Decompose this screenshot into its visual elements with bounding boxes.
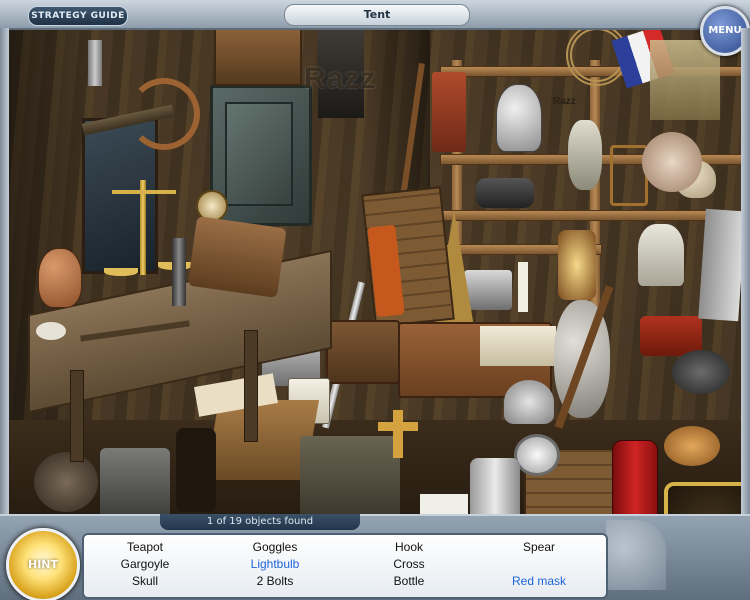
leather-satchel[interactable] [187,216,287,298]
decorated-plate[interactable] [664,426,720,466]
cross-horizontal-bar [378,422,418,431]
watermark-small: Razz [553,96,576,107]
oil-lantern[interactable] [558,230,596,300]
balance-scale[interactable] [140,180,146,275]
balance-scale-beam [112,190,176,194]
list-item-goggles[interactable]: Goggles [210,540,340,554]
list-item-red-mask[interactable]: Red mask [474,574,604,588]
suitcase-small[interactable] [326,320,400,384]
shelf-3 [440,210,742,221]
golden-cross[interactable] [378,410,418,458]
list-item-gargoyle[interactable]: Gargoyle [80,557,210,571]
knight-helmet[interactable] [496,84,542,152]
angel-statue[interactable] [638,224,684,286]
frame-right-border [741,28,750,528]
game-window: Razz Razz STRATEGY GUIDE Tent MENU 1 of … [0,0,750,600]
barrel[interactable] [34,452,98,512]
decorative-plate[interactable] [642,132,702,192]
hint-button[interactable]: HINT [6,528,80,600]
saw[interactable] [698,208,746,322]
jerry-can[interactable] [100,448,170,520]
scene-title: Tent [284,4,470,26]
table-leg-left [70,370,84,462]
frame-left-border [0,28,9,528]
candle[interactable] [518,262,528,312]
list-item-2-bolts[interactable]: 2 Bolts [210,574,340,588]
canteen[interactable] [568,120,602,190]
list-item-lightbulb[interactable]: Lightbulb [210,557,340,571]
scissors[interactable] [88,40,102,86]
saucer[interactable] [36,322,66,340]
balance-scale-pan-left [104,268,138,276]
watermark: Razz [304,62,377,95]
list-item-skull[interactable]: Skull [80,574,210,588]
copper-teapot[interactable] [38,248,82,308]
panel-corner-ornament [606,520,666,590]
kettle-lid[interactable] [504,380,554,424]
list-item-cross[interactable]: Cross [344,557,474,571]
pocket-watch[interactable] [514,434,560,476]
table-leg-right [244,330,258,442]
wooden-box-top[interactable] [214,28,302,86]
bolt[interactable] [172,238,186,306]
strategy-guide-button[interactable]: STRATEGY GUIDE [28,6,128,26]
object-list: Teapot Goggles Hook Spear Gargoyle Light… [82,533,608,599]
list-item-spear[interactable]: Spear [474,540,604,554]
brass-machine[interactable] [650,40,720,120]
cross-vertical-bar [393,410,403,458]
list-item-teapot[interactable]: Teapot [80,540,210,554]
masquerade-mask[interactable] [672,350,730,394]
stack-of-papers[interactable] [480,326,556,366]
binoculars[interactable] [476,178,534,208]
boot[interactable] [176,428,216,512]
list-item-hook[interactable]: Hook [344,540,474,554]
hanging-lantern[interactable] [432,72,466,152]
safe-door[interactable] [225,102,293,206]
list-item-bottle[interactable]: Bottle [344,574,474,588]
objects-found-counter: 1 of 19 objects found [160,514,360,530]
